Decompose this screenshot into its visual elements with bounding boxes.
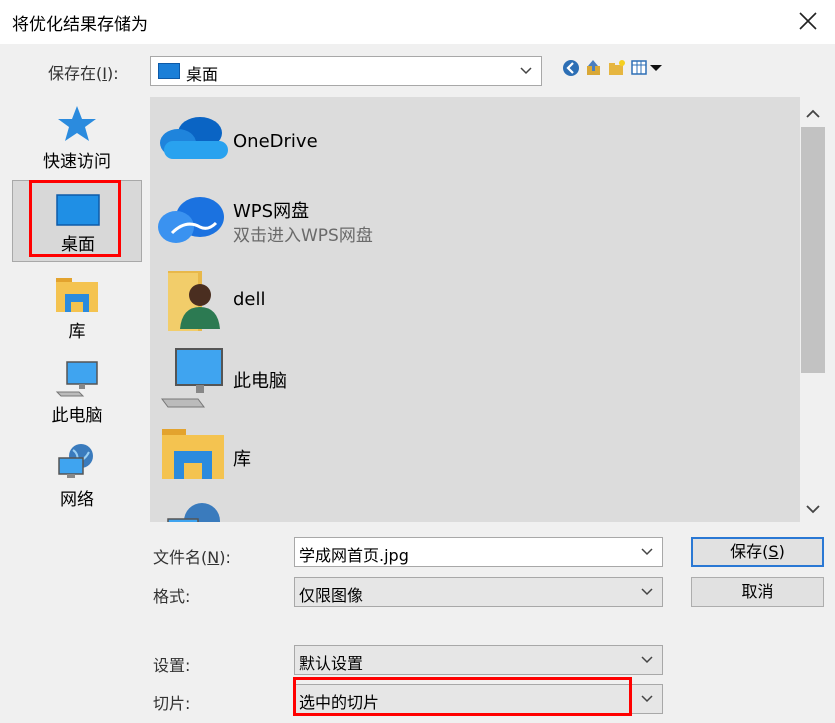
- wps-cloud-icon: [158, 197, 224, 243]
- chevron-down-icon: [641, 695, 653, 703]
- back-icon[interactable]: [561, 58, 581, 78]
- chevron-down-icon: [520, 67, 532, 75]
- chevron-down-icon: [641, 656, 653, 664]
- chevron-down-icon: [641, 588, 653, 596]
- list-item[interactable]: 库: [150, 423, 790, 493]
- place-desktop[interactable]: 桌面: [12, 180, 142, 262]
- file-list[interactable]: OneDrive WPS网盘 双击进入WPS网盘 dell 此电脑 库: [150, 97, 800, 522]
- place-label: 网络: [60, 490, 94, 510]
- list-item-partial[interactable]: [150, 495, 790, 522]
- new-folder-icon[interactable]: [607, 58, 627, 78]
- list-item[interactable]: 此电脑: [150, 345, 790, 415]
- network-icon: [167, 503, 220, 522]
- save-button[interactable]: 保存(S): [691, 537, 824, 567]
- save-in-label: 保存在(I):: [48, 64, 119, 83]
- scroll-up-icon[interactable]: [800, 103, 826, 125]
- slices-label: 切片:: [153, 694, 191, 713]
- list-item[interactable]: dell: [150, 267, 790, 337]
- network-icon: [58, 444, 93, 478]
- place-network[interactable]: 网络: [12, 434, 142, 516]
- desktop-icon: [56, 194, 100, 226]
- save-in-combo[interactable]: 桌面: [150, 56, 542, 86]
- filename-input[interactable]: 学成网首页.jpg: [294, 537, 663, 567]
- places-bar: 快速访问 桌面 库 此电脑 网络: [8, 94, 144, 521]
- close-icon[interactable]: [795, 8, 821, 34]
- place-label: 桌面: [61, 235, 95, 255]
- place-quick-access[interactable]: 快速访问: [12, 96, 142, 178]
- format-select[interactable]: 仅限图像: [294, 577, 663, 607]
- library-icon: [162, 429, 224, 479]
- view-menu-icon[interactable]: [630, 58, 664, 78]
- place-this-pc[interactable]: 此电脑: [12, 350, 142, 432]
- desktop-icon: [158, 63, 180, 79]
- scroll-down-icon[interactable]: [800, 498, 826, 520]
- settings-select[interactable]: 默认设置: [294, 645, 663, 675]
- settings-label: 设置:: [153, 656, 191, 675]
- filename-label: 文件名(N):: [153, 548, 231, 567]
- place-label: 快速访问: [43, 152, 111, 172]
- place-label: 此电脑: [51, 406, 103, 426]
- up-folder-icon[interactable]: [584, 58, 604, 78]
- dialog-title: 将优化结果存储为: [12, 15, 148, 35]
- place-library[interactable]: 库: [12, 266, 142, 348]
- cancel-button[interactable]: 取消: [691, 577, 824, 607]
- title-bar: 将优化结果存储为: [0, 0, 835, 44]
- list-item[interactable]: OneDrive: [150, 107, 790, 177]
- star-icon: [58, 106, 96, 141]
- slices-select[interactable]: 选中的切片: [294, 684, 663, 714]
- scroll-thumb[interactable]: [801, 127, 825, 373]
- computer-icon: [161, 348, 223, 408]
- place-label: 库: [68, 322, 86, 342]
- file-list-scrollbar[interactable]: [800, 97, 826, 522]
- chevron-down-icon[interactable]: [640, 545, 654, 559]
- library-icon: [56, 278, 98, 312]
- onedrive-cloud-icon: [160, 117, 228, 159]
- user-folder-icon: [168, 271, 220, 331]
- format-label: 格式:: [153, 587, 191, 606]
- computer-icon: [55, 361, 98, 397]
- list-item[interactable]: WPS网盘 双击进入WPS网盘: [150, 189, 790, 259]
- save-in-value: 桌面: [186, 65, 219, 84]
